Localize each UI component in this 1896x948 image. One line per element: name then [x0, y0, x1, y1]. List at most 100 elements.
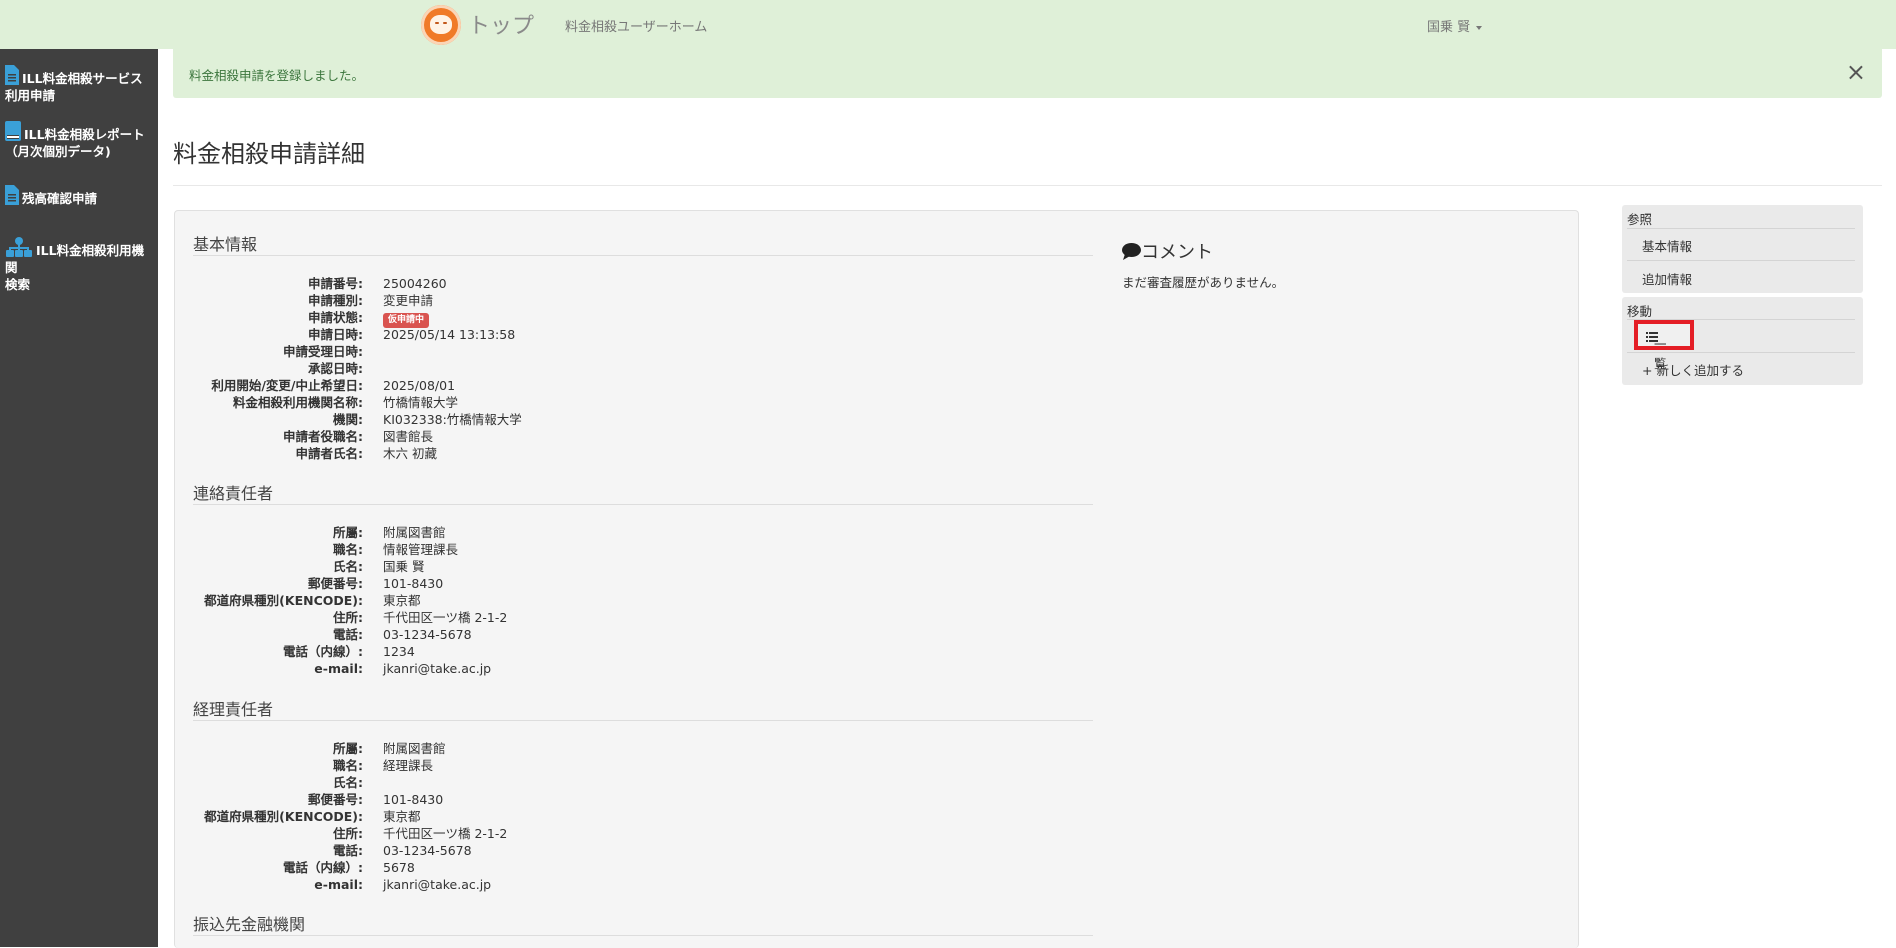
field-label: 氏名: — [333, 775, 363, 790]
field-value: 情報管理課長 — [383, 542, 459, 557]
section-divider — [193, 720, 1093, 721]
field-value: 2025/05/14 13:13:58 — [383, 327, 516, 342]
sidebar-item-label: 検索 — [5, 277, 31, 292]
section-heading-contact: 連絡責任者 — [193, 484, 274, 503]
title-divider — [173, 185, 1882, 186]
comment-icon — [1122, 243, 1141, 260]
reference-nav: 参照 基本情報 追加情報 — [1622, 205, 1863, 293]
field-value: 経理課長 — [383, 758, 434, 773]
field-value: 千代田区一ツ橋 2-1-2 — [383, 826, 508, 841]
field-value: 変更申請 — [383, 293, 434, 308]
comment-empty-text: まだ審査履歴がありません。 — [1122, 275, 1285, 290]
field-value: 附属図書館 — [383, 525, 446, 540]
field-value: jkanri@take.ac.jp — [383, 877, 492, 892]
field-label: 電話: — [333, 843, 363, 858]
section-divider — [193, 504, 1093, 505]
document-icon — [5, 65, 19, 85]
comment-heading-label: コメント — [1141, 242, 1213, 263]
mascot-logo-icon[interactable] — [421, 5, 461, 45]
sidebar-item-balance-check[interactable]: 残高確認申請 — [5, 185, 155, 207]
comment-heading: コメント — [1122, 238, 1213, 264]
field-value: 千代田区一ツ橋 2-1-2 — [383, 610, 508, 625]
field-label: 職名: — [333, 542, 363, 557]
move-heading: 移動 — [1627, 304, 1653, 319]
sidebar-item-institution-search[interactable]: ILL料金相殺利用機関 検索 — [5, 237, 155, 293]
section-divider — [193, 935, 1093, 936]
document-icon — [5, 185, 19, 205]
field-value: 101-8430 — [383, 576, 444, 591]
section-heading-bank: 振込先金融機関 — [193, 915, 306, 934]
field-label: 郵便番号: — [308, 792, 363, 807]
field-value: KI032338:竹橋情報大学 — [383, 412, 522, 427]
sidebar: ILL料金相殺サービス利用申請 ILL料金相殺レポート （月次個別データ) 残高確… — [0, 49, 158, 947]
field-label: 承認日時: — [308, 361, 363, 376]
field-value: 101-8430 — [383, 792, 444, 807]
sitemap-icon — [6, 237, 32, 257]
field-label: e-mail: — [314, 661, 363, 676]
page-title: 料金相殺申請詳細 — [173, 140, 365, 168]
alert-message: 料金相殺申請を登録しました。 — [189, 68, 365, 83]
field-label: 住所: — [333, 826, 363, 841]
field-label: 所屬: — [333, 741, 363, 756]
caret-down-icon — [1476, 25, 1483, 30]
section-divider — [193, 255, 1093, 256]
field-label: 郵便番号: — [308, 576, 363, 591]
field-value: 木六 初藏 — [383, 446, 437, 461]
field-value: 附属図書館 — [383, 741, 446, 756]
field-label: 申請受理日時: — [283, 344, 363, 359]
field-label: 所屬: — [333, 525, 363, 540]
sidebar-item-label: （月次個別データ) — [5, 144, 111, 159]
field-value: 03-1234-5678 — [383, 627, 472, 642]
sidebar-item-label: ILL料金相殺サービス — [22, 71, 143, 86]
field-value: 国乗 賢 — [383, 559, 425, 574]
user-menu[interactable]: 国乗 賢 — [1427, 16, 1483, 35]
field-value: jkanri@take.ac.jp — [383, 661, 492, 676]
field-label: 電話（内線）: — [283, 860, 363, 875]
top-navbar: トップ 料金相殺ユーザーホーム 国乗 賢 — [0, 0, 1896, 49]
field-label: 電話（内線）: — [283, 644, 363, 659]
field-value: 東京都 — [383, 809, 421, 824]
field-label: 住所: — [333, 610, 363, 625]
field-value: 1234 — [383, 644, 415, 659]
field-label: 申請者氏名: — [295, 446, 364, 461]
field-value: 竹橋情報大学 — [383, 395, 459, 410]
section-heading-accounting: 経理責任者 — [193, 700, 274, 719]
success-alert: 料金相殺申請を登録しました。 × — [173, 49, 1882, 98]
sidebar-item-label: ILL料金相殺レポート — [24, 127, 145, 142]
close-icon[interactable]: × — [1846, 60, 1866, 84]
field-label: 利用開始/変更/中止希望日: — [211, 378, 363, 393]
field-label: 都道府県種別(KENCODE): — [204, 809, 363, 824]
sidebar-item-label: 残高確認申請 — [22, 191, 98, 206]
field-label: e-mail: — [314, 877, 363, 892]
field-value: 25004260 — [383, 276, 447, 291]
book-icon — [5, 121, 21, 141]
section-heading-basic: 基本情報 — [193, 235, 258, 254]
field-label: 申請番号: — [308, 276, 363, 291]
nav-divider — [1627, 228, 1855, 229]
list-label: 一覧 — [1654, 337, 1667, 371]
sidebar-item-service-application[interactable]: ILL料金相殺サービス利用申請 — [5, 65, 155, 104]
sidebar-item-label: 利用申請 — [5, 88, 56, 103]
field-value: 東京都 — [383, 593, 421, 608]
field-value: 2025/08/01 — [383, 378, 456, 393]
field-label: 電話: — [333, 627, 363, 642]
add-new-label: 新しく追加する — [1656, 363, 1744, 378]
field-value: 03-1234-5678 — [383, 843, 472, 858]
sidebar-item-report[interactable]: ILL料金相殺レポート （月次個別データ) — [5, 121, 155, 160]
field-label: 氏名: — [333, 559, 363, 574]
field-label: 職名: — [333, 758, 363, 773]
field-label: 申請種別: — [308, 293, 363, 308]
nav-link-additional-info[interactable]: 追加情報 — [1642, 269, 1692, 288]
field-label: 申請日時: — [308, 327, 363, 342]
list-button[interactable]: 一覧 — [1634, 320, 1694, 371]
field-label: 機関: — [333, 412, 363, 427]
nav-divider — [1627, 260, 1855, 261]
field-label: 申請状態: — [308, 310, 363, 325]
brand-link[interactable]: トップ — [468, 8, 534, 40]
field-value: 5678 — [383, 860, 415, 875]
user-home-link[interactable]: 料金相殺ユーザーホーム — [565, 16, 707, 35]
user-name: 国乗 賢 — [1427, 20, 1471, 35]
field-value: 図書館長 — [383, 429, 434, 444]
reference-heading: 参照 — [1627, 212, 1653, 227]
nav-link-basic-info[interactable]: 基本情報 — [1642, 236, 1692, 255]
